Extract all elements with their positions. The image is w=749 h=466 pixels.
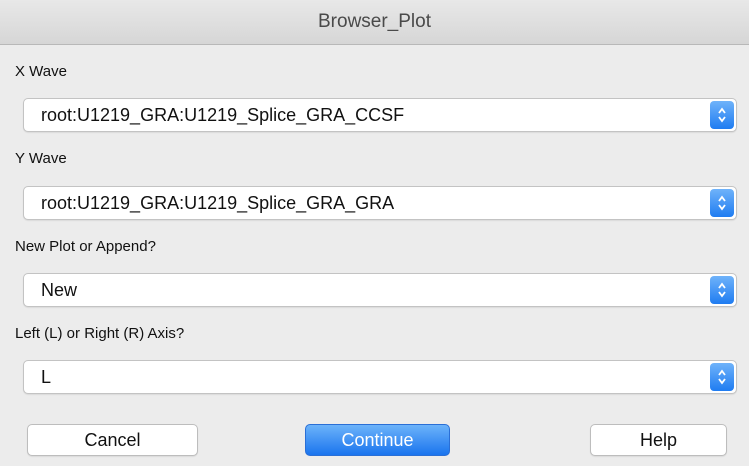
up-down-chevron-icon[interactable]	[710, 363, 734, 391]
help-button[interactable]: Help	[590, 424, 727, 456]
plot-mode-value: New	[41, 280, 78, 300]
plot-mode-select[interactable]: New	[23, 273, 737, 307]
window-title: Browser_Plot	[318, 11, 431, 32]
title-bar: Browser_Plot	[0, 0, 749, 45]
up-down-chevron-icon[interactable]	[710, 189, 734, 217]
help-button-label: Help	[639, 429, 678, 450]
cancel-button-label: Cancel	[84, 429, 141, 450]
x-wave-select[interactable]: root:U1219_GRA:U1219_Splice_GRA_CCSF	[23, 98, 737, 132]
y-wave-label: Y Wave	[15, 150, 67, 167]
axis-select[interactable]: L	[23, 360, 737, 394]
axis-value: L	[41, 367, 52, 387]
y-wave-select[interactable]: root:U1219_GRA:U1219_Splice_GRA_GRA	[23, 186, 737, 220]
x-wave-value: root:U1219_GRA:U1219_Splice_GRA_CCSF	[41, 105, 405, 125]
plot-mode-label: New Plot or Append?	[15, 238, 156, 255]
axis-label: Left (L) or Right (R) Axis?	[15, 325, 185, 342]
y-wave-value: root:U1219_GRA:U1219_Splice_GRA_GRA	[41, 193, 395, 213]
up-down-chevron-icon[interactable]	[710, 101, 734, 129]
up-down-chevron-icon[interactable]	[710, 276, 734, 304]
x-wave-label: X Wave	[15, 63, 67, 80]
continue-button-label: Continue	[341, 429, 414, 450]
cancel-button[interactable]: Cancel	[27, 424, 198, 456]
continue-button[interactable]: Continue	[305, 424, 450, 456]
